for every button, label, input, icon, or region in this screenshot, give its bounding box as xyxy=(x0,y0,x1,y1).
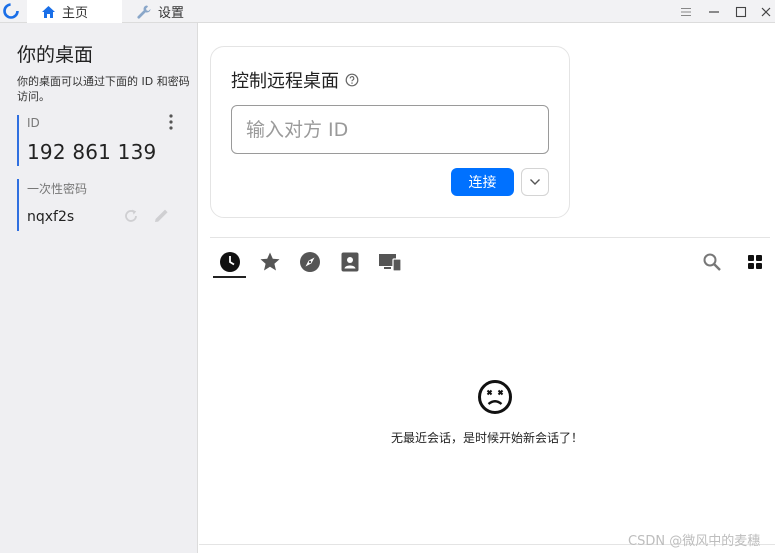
maximize-button[interactable] xyxy=(727,0,755,23)
tab-home[interactable]: 主页 xyxy=(27,0,122,23)
devices-icon xyxy=(379,254,402,272)
id-label: ID xyxy=(27,116,40,130)
tab-settings-label: 设置 xyxy=(158,6,185,21)
refresh-password-icon[interactable] xyxy=(122,207,140,225)
maximize-icon xyxy=(735,6,747,17)
connect-button[interactable]: 连接 xyxy=(451,168,514,196)
id-value[interactable]: 192 861 139 xyxy=(27,140,156,164)
empty-sessions-message: 无最近会话，是时候开始新会话了！ xyxy=(390,431,583,445)
close-button[interactable] xyxy=(752,0,775,23)
clock-icon xyxy=(220,252,240,272)
divider xyxy=(210,237,770,238)
remote-control-title-text: 控制远程桌面 xyxy=(231,71,339,92)
app-logo-icon xyxy=(3,3,19,19)
id-block-bar xyxy=(17,115,19,166)
grid-view-button[interactable] xyxy=(743,250,767,274)
password-label: 一次性密码 xyxy=(27,182,88,196)
help-icon[interactable] xyxy=(345,73,359,87)
tab-accessible-devices[interactable] xyxy=(378,250,402,274)
star-icon xyxy=(260,252,280,271)
remote-control-card: 控制远程桌面 连接 xyxy=(210,46,570,218)
search-icon xyxy=(703,253,721,271)
minimize-button[interactable] xyxy=(700,0,728,23)
sad-face-icon xyxy=(478,380,512,414)
sidebar-your-desktop: 你的桌面 你的桌面可以通过下面的 ID 和密码访问。 ID 192 861 13… xyxy=(0,23,198,553)
address-book-icon xyxy=(341,252,359,272)
menu-button[interactable] xyxy=(672,0,700,23)
compass-icon xyxy=(300,252,320,272)
remote-id-input[interactable] xyxy=(231,105,549,154)
home-icon xyxy=(42,5,55,18)
menu-icon xyxy=(681,7,691,16)
tab-discovered[interactable] xyxy=(298,250,322,274)
tab-home-label: 主页 xyxy=(62,6,89,21)
chevron-down-icon xyxy=(530,179,540,185)
tab-recent-sessions[interactable] xyxy=(218,250,242,274)
password-value[interactable]: nqxf2s xyxy=(27,209,74,225)
watermark: CSDN @微风中的麦穗 xyxy=(628,534,761,549)
search-button[interactable] xyxy=(700,250,724,274)
minimize-icon xyxy=(709,10,719,13)
password-block-bar xyxy=(17,179,19,231)
your-desktop-title: 你的桌面 xyxy=(17,44,94,66)
connect-options-button[interactable] xyxy=(521,168,549,196)
title-bar: 主页 设置 xyxy=(0,0,775,23)
tab-address-book[interactable] xyxy=(338,250,362,274)
your-desktop-description: 你的桌面可以通过下面的 ID 和密码访问。 xyxy=(17,75,190,103)
wrench-icon xyxy=(137,5,151,19)
grid-view-icon xyxy=(748,255,762,269)
close-icon xyxy=(761,7,771,16)
main-panel: 控制远程桌面 连接 xyxy=(199,23,775,553)
remote-control-title: 控制远程桌面 xyxy=(231,67,359,93)
more-options-icon[interactable] xyxy=(164,113,178,131)
edit-password-icon[interactable] xyxy=(152,207,172,225)
session-tabs xyxy=(199,248,775,280)
tab-favorites[interactable] xyxy=(258,250,282,274)
active-tab-indicator xyxy=(213,276,246,278)
tab-settings[interactable]: 设置 xyxy=(122,0,218,23)
